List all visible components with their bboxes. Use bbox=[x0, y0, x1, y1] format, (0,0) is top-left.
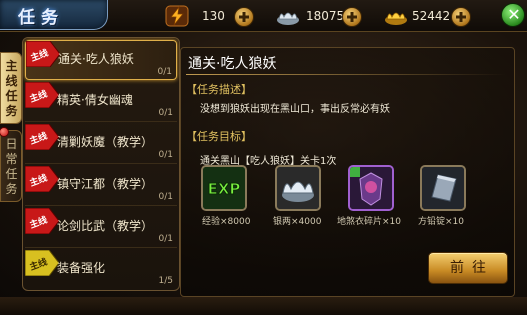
quest-name: 论剑比武（教学） bbox=[57, 219, 154, 233]
reward-exp[interactable]: EXP bbox=[201, 165, 247, 211]
add-silver-button[interactable] bbox=[342, 7, 362, 27]
window-title-plate: 任务 bbox=[0, 0, 108, 30]
quest-progress: 0/1 bbox=[158, 108, 173, 118]
quest-item[interactable]: 主线 镇守江都（教学） 0/1 bbox=[25, 166, 177, 206]
quest-progress: 0/1 bbox=[158, 192, 173, 202]
reward-silver[interactable] bbox=[275, 165, 321, 211]
quest-name: 通关·吃人狼妖 bbox=[58, 52, 134, 66]
reward-silver-label: 银两×4000 bbox=[273, 217, 322, 227]
quest-item[interactable]: 主线 论剑比武（教学） 0/1 bbox=[25, 208, 177, 248]
add-stamina-button[interactable] bbox=[234, 7, 254, 27]
lightning-icon bbox=[165, 5, 189, 27]
quest-progress: 0/1 bbox=[158, 150, 173, 160]
tab-main-quests-label: 主线任务 bbox=[5, 59, 18, 118]
add-gold-button[interactable] bbox=[451, 7, 471, 27]
quest-item[interactable]: 主线 清剿妖魔（教学） 0/1 bbox=[25, 124, 177, 164]
reward-whetstone-label: 方铅锭×10 bbox=[418, 217, 464, 227]
divider bbox=[186, 74, 506, 75]
main-quest-badge-icon: 主线 bbox=[25, 82, 59, 108]
quest-name: 镇守江都（教学） bbox=[57, 177, 154, 191]
reward-whetstone[interactable] bbox=[420, 165, 466, 211]
close-icon: ✕ bbox=[507, 5, 521, 24]
quest-list: 主线 通关·吃人狼妖 0/1 主线 精英·倩女幽魂 0/1 主线 清剿妖魔（教学… bbox=[22, 37, 180, 291]
description-heading: 【任务描述】 bbox=[186, 83, 252, 96]
whetstone-icon bbox=[422, 167, 464, 209]
reward-armor-fragment[interactable] bbox=[348, 165, 394, 211]
quest-name: 精英·倩女幽魂 bbox=[57, 93, 133, 107]
quest-detail-title: 通关·吃人狼妖 bbox=[188, 56, 277, 72]
quest-progress: 0/1 bbox=[157, 67, 172, 77]
gold-resource: 52442 bbox=[384, 5, 494, 27]
close-button[interactable]: ✕ bbox=[501, 3, 525, 27]
gold-ingot-icon bbox=[385, 12, 407, 25]
quest-item-selected[interactable]: 主线 通关·吃人狼妖 0/1 bbox=[25, 40, 177, 80]
quest-screen: 任务 130 18075 52442 ✕ 主线任务 日常任务 主线 通关·吃人狼… bbox=[0, 0, 527, 315]
stamina-resource: 130 bbox=[165, 5, 265, 27]
top-bar: 任务 130 18075 52442 ✕ bbox=[0, 0, 527, 32]
tab-main-quests[interactable]: 主线任务 bbox=[0, 52, 22, 124]
svg-text:EXP: EXP bbox=[208, 180, 241, 198]
main-quest-badge-icon: 主线 bbox=[25, 124, 59, 150]
armor-fragment-icon bbox=[350, 167, 392, 209]
quest-item[interactable]: 主线 装备强化 1/5 bbox=[25, 250, 177, 290]
silver-ingot-icon bbox=[277, 167, 319, 209]
window-title: 任务 bbox=[18, 8, 64, 28]
gold-value: 52442 bbox=[412, 9, 451, 23]
tab-daily-quests-label: 日常任务 bbox=[5, 137, 18, 196]
main-quest-badge-icon: 主线 bbox=[26, 41, 60, 67]
main-quest-badge-icon: 主线 bbox=[25, 250, 59, 276]
main-quest-badge-icon: 主线 bbox=[25, 166, 59, 192]
quest-progress: 0/1 bbox=[158, 234, 173, 244]
quest-name: 装备强化 bbox=[57, 261, 106, 275]
reward-exp-label: 经验×8000 bbox=[202, 217, 251, 227]
main-quest-badge-icon: 主线 bbox=[25, 208, 59, 234]
quest-item[interactable]: 主线 精英·倩女幽魂 0/1 bbox=[25, 82, 177, 122]
reward-armor-fragment-label: 地煞衣碎片×10 bbox=[337, 217, 401, 227]
silver-resource: 18075 bbox=[276, 5, 376, 27]
go-button[interactable]: 前往 bbox=[428, 252, 508, 284]
silver-value: 18075 bbox=[306, 9, 345, 23]
silver-ingot-icon bbox=[277, 12, 299, 25]
bottom-decoration bbox=[0, 297, 527, 315]
stamina-value: 130 bbox=[202, 9, 225, 23]
notification-dot bbox=[0, 127, 9, 137]
quest-progress: 1/5 bbox=[158, 276, 173, 286]
go-button-label: 前往 bbox=[450, 260, 494, 276]
tab-daily-quests[interactable]: 日常任务 bbox=[0, 127, 22, 202]
description-text: 没想到狼妖出现在黑山口，事出反常必有妖 bbox=[200, 104, 390, 115]
goal-heading: 【任务目标】 bbox=[186, 130, 252, 143]
quest-name: 清剿妖魔（教学） bbox=[57, 135, 154, 149]
exp-icon: EXP bbox=[203, 167, 245, 209]
